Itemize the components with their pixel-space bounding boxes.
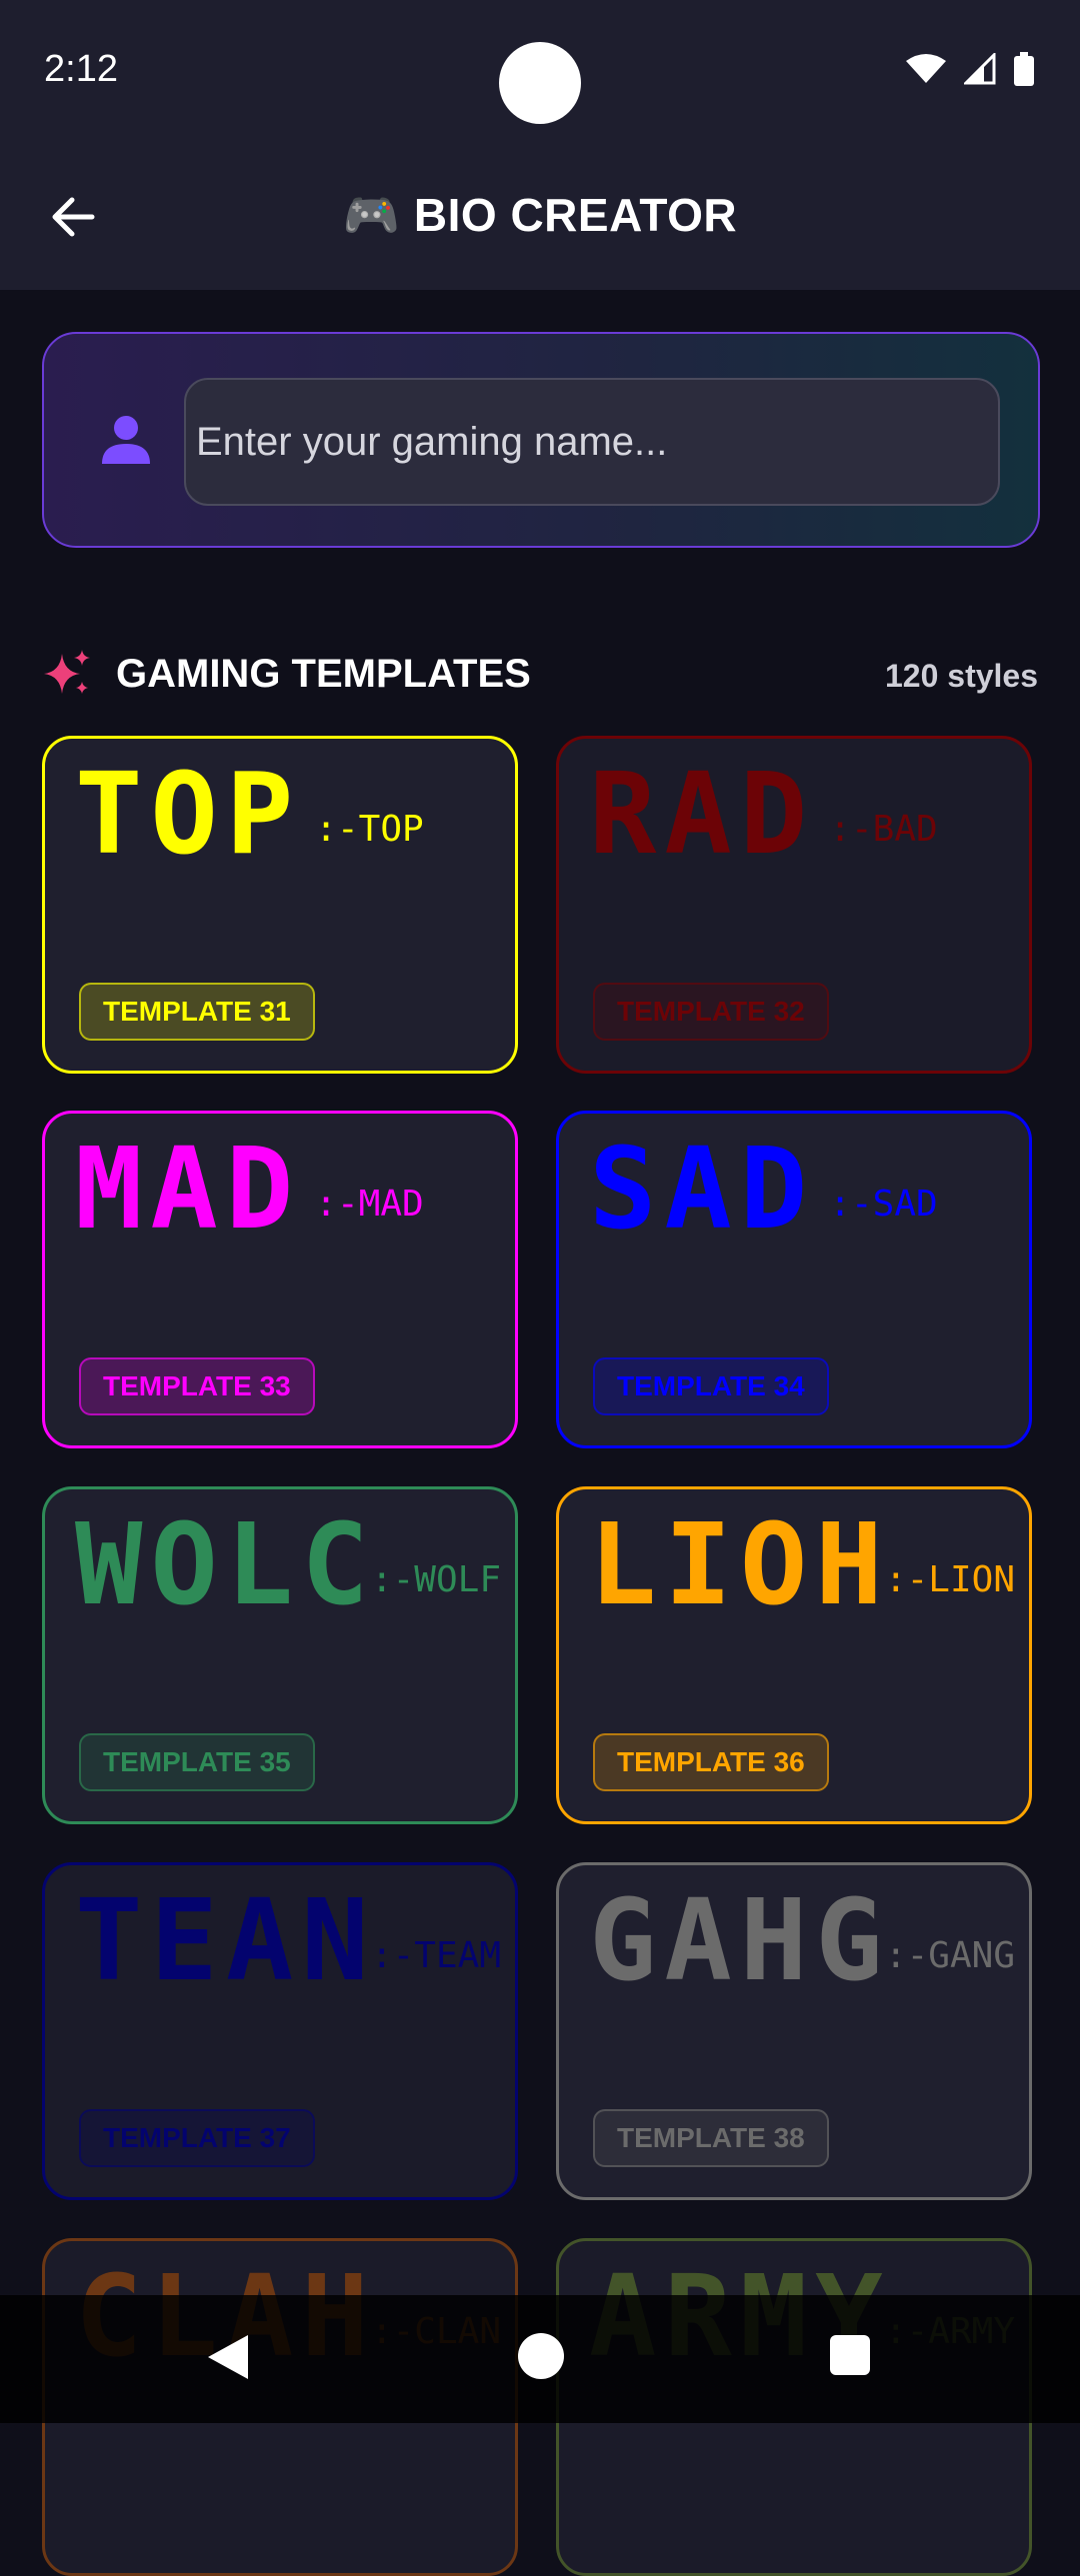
template-card[interactable]: TOP :-TOP TEMPLATE 31 [42,736,518,1074]
templates-section-header: GAMING TEMPLATES 120 styles [42,640,1038,710]
template-suffix: :-SAD [829,1184,938,1225]
template-suffix: :-GANG [884,1935,1015,1976]
template-badge: TEMPLATE 32 [593,983,829,1041]
name-input-card [42,332,1040,548]
camera-cutout [499,42,581,124]
wifi-icon [906,54,946,83]
status-bar: 2:12 [0,0,1080,140]
template-big-text: SAD [589,1125,816,1255]
template-suffix: :-MAD [315,1184,424,1225]
battery-icon [1014,52,1034,86]
template-suffix: :-BAD [829,809,938,850]
template-card[interactable]: MAD :-MAD TEMPLATE 33 [42,1111,518,1448]
nav-home-icon[interactable] [518,2333,564,2379]
gaming-name-input[interactable] [186,380,998,504]
template-card[interactable]: RAD :-BAD TEMPLATE 32 [556,736,1032,1074]
sparkle-icon [44,650,90,694]
template-badge: TEMPLATE 37 [79,2109,315,2167]
template-big-text: GAHG [589,1876,891,2006]
nav-back-icon[interactable] [206,2333,250,2381]
system-icons [906,52,1034,86]
gaming-name-field[interactable] [184,378,1000,506]
person-icon [102,416,150,464]
nav-recents-icon[interactable] [830,2335,870,2375]
template-big-text: RAD [589,750,816,880]
template-big-text: TOP [75,750,302,880]
app-bar: 🎮 BIO CREATOR [0,140,1080,290]
template-suffix: :-WOLF [370,1559,501,1600]
template-card[interactable]: GAHG:-GANG TEMPLATE 38 [556,1862,1032,2200]
template-big-text: MAD [75,1125,302,1255]
template-suffix: :-LION [884,1559,1015,1600]
template-badge: TEMPLATE 36 [593,1733,829,1791]
main-content: GAMING TEMPLATES 120 styles TOP :-TOP TEMP… [0,290,1080,2576]
template-suffix: :-TOP [315,809,424,850]
template-badge: TEMPLATE 35 [79,1733,315,1791]
template-card[interactable]: WOLC:-WOLF TEMPLATE 35 [42,1486,518,1824]
template-big-text: WOLC [75,1500,377,1630]
template-badge: TEMPLATE 31 [79,983,315,1041]
template-badge: TEMPLATE 34 [593,1357,829,1415]
template-card[interactable]: SAD :-SAD TEMPLATE 34 [556,1111,1032,1448]
signal-icon [964,53,996,85]
template-big-text: TEAN [75,1876,377,2006]
template-big-text: LIOH [589,1500,891,1630]
template-badge: TEMPLATE 38 [593,2109,829,2167]
page-title: 🎮 BIO CREATOR [342,189,738,241]
template-card[interactable]: TEAN:-TEAM TEMPLATE 37 [42,1862,518,2200]
navigation-bar [0,2295,1080,2423]
status-time: 2:12 [44,48,118,90]
template-badge: TEMPLATE 33 [79,1357,315,1415]
template-count: 120 styles [884,658,1038,694]
template-suffix: :-TEAM [370,1935,501,1976]
template-card[interactable]: LIOH:-LION TEMPLATE 36 [556,1486,1032,1824]
section-title: GAMING TEMPLATES [116,652,531,696]
